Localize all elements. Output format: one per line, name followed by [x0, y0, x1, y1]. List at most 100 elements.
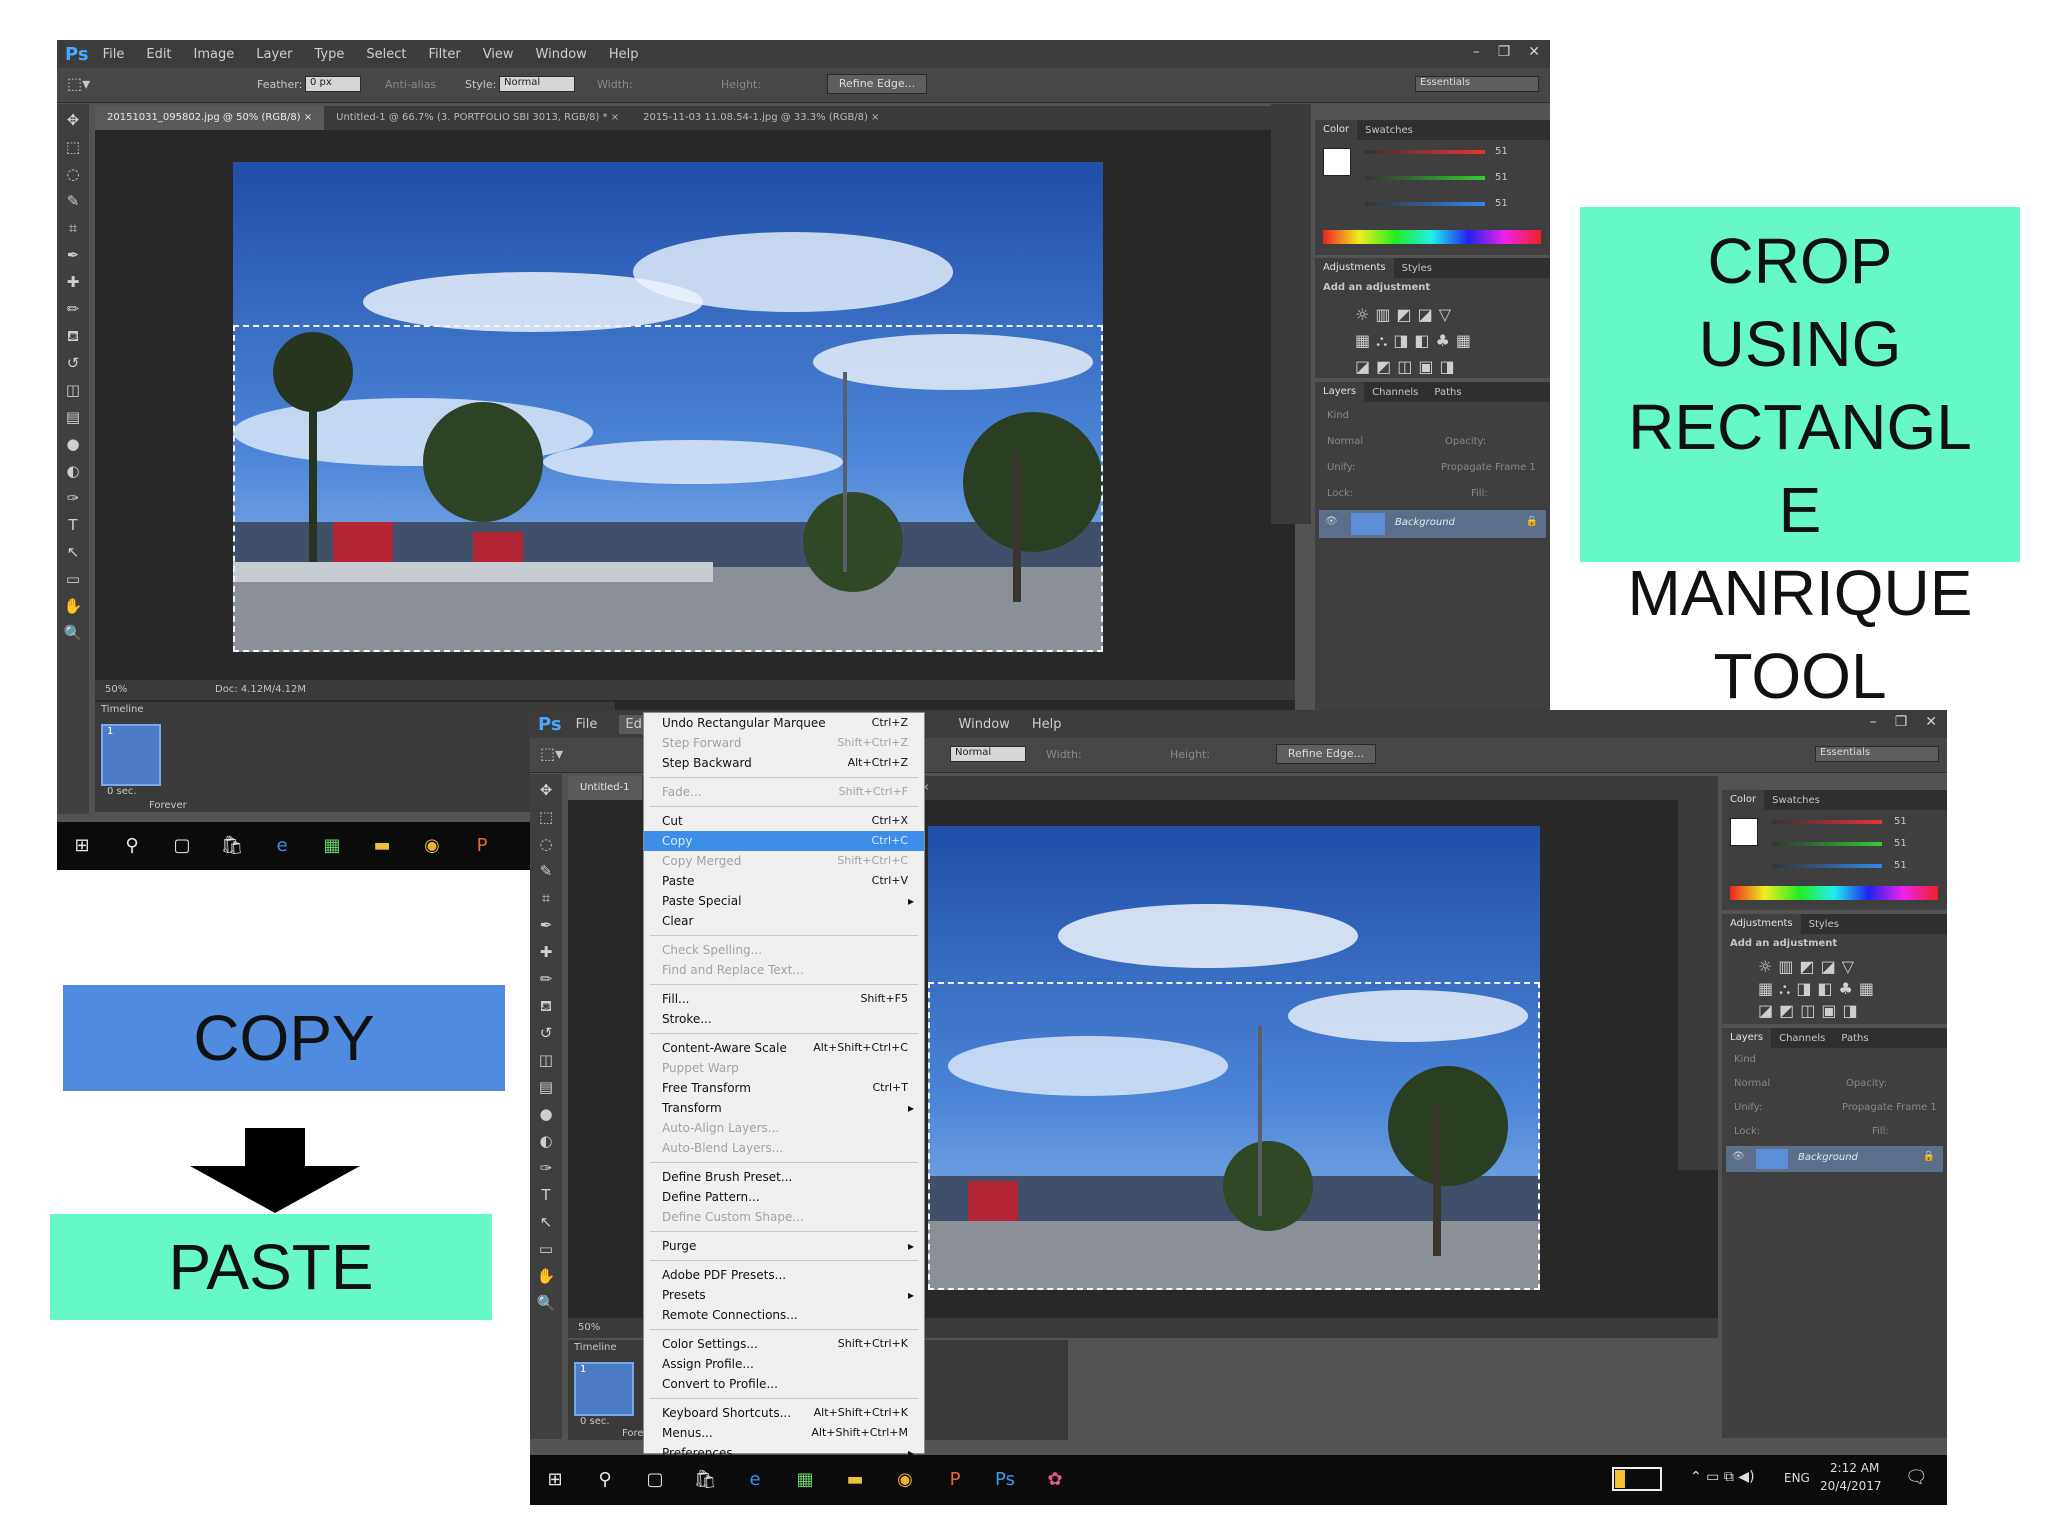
menu-edit[interactable]: Edit: [146, 47, 171, 62]
file-explorer-icon[interactable]: ▬: [840, 1465, 870, 1495]
shape-icon[interactable]: ▭: [62, 568, 84, 590]
edge-icon[interactable]: e: [267, 831, 297, 861]
color-swatch[interactable]: [1730, 818, 1758, 846]
edit-menu-item-content-aware-scale[interactable]: Content-Aware Scale Alt+Shift+Ctrl+C: [644, 1038, 924, 1058]
minimize-button[interactable]: –: [1473, 44, 1480, 60]
edit-menu-item-menus[interactable]: Menus... Alt+Shift+Ctrl+M: [644, 1423, 924, 1443]
menu-view[interactable]: View: [483, 47, 514, 62]
blend-mode-select[interactable]: Normal: [1327, 436, 1363, 447]
visibility-eye-icon[interactable]: 👁: [1732, 1151, 1745, 1162]
path-select-icon[interactable]: ↖: [62, 541, 84, 563]
marquee-icon[interactable]: ⬚: [62, 136, 84, 158]
blur-icon[interactable]: ●: [535, 1103, 557, 1125]
edit-menu-item-purge[interactable]: Purge ▸: [644, 1236, 924, 1256]
marquee-tool-preset-icon[interactable]: ⬚▾: [540, 744, 563, 763]
edit-menu-item-define-custom-shape[interactable]: Define Custom Shape...: [644, 1207, 924, 1227]
lasso-icon[interactable]: ◌: [535, 833, 557, 855]
tab-color[interactable]: Color: [1315, 120, 1358, 140]
tab-paths[interactable]: Paths: [1833, 1033, 1876, 1044]
history-brush-icon[interactable]: ↺: [535, 1022, 557, 1044]
tab-document-3[interactable]: 2015-11-03 11.08.54-1.jpg @ 33.3% (RGB/8…: [631, 106, 891, 130]
zoom-icon[interactable]: 🔍: [535, 1292, 557, 1314]
menu-layer[interactable]: Layer: [256, 47, 292, 62]
close-button[interactable]: ✕: [1925, 714, 1937, 730]
edge-icon[interactable]: e: [740, 1465, 770, 1495]
hand-icon[interactable]: ✋: [535, 1265, 557, 1287]
edit-menu-item-copy[interactable]: Copy Ctrl+C: [644, 831, 924, 851]
blur-icon[interactable]: ●: [62, 433, 84, 455]
frame-delay[interactable]: 0 sec.: [580, 1416, 610, 1427]
layer-kind-filter[interactable]: Kind: [1734, 1054, 1756, 1065]
edit-menu-item-define-pattern[interactable]: Define Pattern...: [644, 1187, 924, 1207]
crop-icon[interactable]: ⌗: [535, 887, 557, 909]
edit-menu-item-free-transform[interactable]: Free Transform Ctrl+T: [644, 1078, 924, 1098]
edit-menu-item-color-settings[interactable]: Color Settings... Shift+Ctrl+K: [644, 1334, 924, 1354]
move-icon[interactable]: ✥: [62, 109, 84, 131]
adjustment-icons[interactable]: ☼▥◩◪▽ ▦⛬◨◧♣▦ ◪◩◫▣◨: [1355, 302, 1505, 380]
pen-icon[interactable]: ✑: [535, 1157, 557, 1179]
blue-value[interactable]: 51: [1495, 198, 1508, 209]
healing-icon[interactable]: ✚: [62, 271, 84, 293]
tab-channels[interactable]: Channels: [1771, 1033, 1833, 1044]
layer-row-background[interactable]: 👁 Background 🔒: [1319, 510, 1546, 538]
tab-adjustments[interactable]: Adjustments: [1315, 258, 1394, 278]
edit-menu-item-cut[interactable]: Cut Ctrl+X: [644, 811, 924, 831]
edit-menu-item-puppet-warp[interactable]: Puppet Warp: [644, 1058, 924, 1078]
search-icon[interactable]: ⚲: [590, 1465, 620, 1495]
history-brush-icon[interactable]: ↺: [62, 352, 84, 374]
color-swatch[interactable]: [1323, 148, 1351, 176]
green-value[interactable]: 51: [1495, 172, 1508, 183]
visibility-eye-icon[interactable]: 👁: [1325, 516, 1338, 527]
edit-menu-item-copy-merged[interactable]: Copy Merged Shift+Ctrl+C: [644, 851, 924, 871]
edit-menu-item-auto-blend-layers[interactable]: Auto-Blend Layers...: [644, 1138, 924, 1158]
menu-image[interactable]: Image: [194, 47, 235, 62]
edit-menu-item-clear[interactable]: Clear: [644, 911, 924, 931]
tab-styles[interactable]: Styles: [1394, 263, 1440, 274]
eraser-icon[interactable]: ◫: [535, 1049, 557, 1071]
tab-swatches[interactable]: Swatches: [1764, 795, 1828, 806]
pen-icon[interactable]: ✑: [62, 487, 84, 509]
store-icon[interactable]: 🛍: [690, 1465, 720, 1495]
menu-file[interactable]: File: [576, 717, 598, 732]
tab-channels[interactable]: Channels: [1364, 387, 1426, 398]
layer-name[interactable]: Background: [1798, 1152, 1858, 1163]
propagate-frame-checkbox[interactable]: Propagate Frame 1: [1441, 462, 1536, 473]
edit-menu-item-find-and-replace-text[interactable]: Find and Replace Text...: [644, 960, 924, 980]
clock-time[interactable]: 2:12 AM: [1830, 1461, 1879, 1475]
photos-icon[interactable]: ▦: [790, 1465, 820, 1495]
edit-menu-item-undo-rectangular-marquee[interactable]: Undo Rectangular Marquee Ctrl+Z: [644, 713, 924, 733]
refine-edge-button[interactable]: Refine Edge...: [1276, 744, 1376, 764]
menu-help[interactable]: Help: [1032, 717, 1062, 732]
edit-menu-item-step-backward[interactable]: Step Backward Alt+Ctrl+Z: [644, 753, 924, 773]
healing-icon[interactable]: ✚: [535, 941, 557, 963]
edit-menu-item-keyboard-shortcuts[interactable]: Keyboard Shortcuts... Alt+Shift+Ctrl+K: [644, 1403, 924, 1423]
edit-menu-item-fade[interactable]: Fade... Shift+Ctrl+F: [644, 782, 924, 802]
style-select[interactable]: Normal: [950, 746, 1026, 762]
workspace-select[interactable]: Essentials: [1415, 76, 1539, 92]
chrome-icon[interactable]: ◉: [417, 831, 447, 861]
menu-window[interactable]: Window: [959, 717, 1010, 732]
powerpoint-icon[interactable]: P: [467, 831, 497, 861]
restore-button[interactable]: ❐: [1895, 714, 1908, 730]
tab-document-1[interactable]: 20151031_095802.jpg @ 50% (RGB/8) ×: [95, 106, 325, 130]
windows-start-icon[interactable]: ⊞: [540, 1465, 570, 1495]
menu-help[interactable]: Help: [609, 47, 639, 62]
zoom-icon[interactable]: 🔍: [62, 622, 84, 644]
color-spectrum[interactable]: [1730, 886, 1938, 900]
layer-row-background[interactable]: 👁 Background 🔒: [1726, 1146, 1943, 1172]
tab-swatches[interactable]: Swatches: [1357, 125, 1421, 136]
lasso-icon[interactable]: ◌: [62, 163, 84, 185]
marquee-icon[interactable]: ⬚: [535, 806, 557, 828]
menu-file[interactable]: File: [103, 47, 125, 62]
edit-menu-item-remote-connections[interactable]: Remote Connections...: [644, 1305, 924, 1325]
input-language[interactable]: ENG: [1784, 1471, 1810, 1485]
stamp-icon[interactable]: ⛾: [535, 995, 557, 1017]
stamp-icon[interactable]: ⛾: [62, 325, 84, 347]
file-explorer-icon[interactable]: ▬: [367, 831, 397, 861]
type-icon[interactable]: T: [62, 514, 84, 536]
photos-icon[interactable]: ▦: [317, 831, 347, 861]
tab-document-2[interactable]: Untitled-1 @ 66.7% (3. PORTFOLIO SBI 301…: [324, 106, 631, 130]
style-select[interactable]: Normal: [499, 76, 575, 92]
zoom-level[interactable]: 50%: [578, 1318, 600, 1338]
dodge-icon[interactable]: ◐: [535, 1130, 557, 1152]
